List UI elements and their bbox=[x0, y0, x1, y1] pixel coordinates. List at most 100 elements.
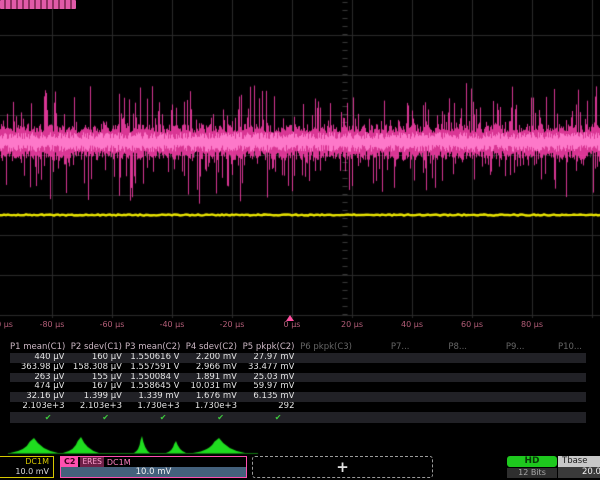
status-check-icon: ✔ bbox=[68, 412, 126, 423]
measurement-cell: 292 bbox=[240, 402, 298, 412]
measurement-header[interactable]: P4 sdev(C2) bbox=[183, 341, 241, 353]
measurement-cell bbox=[298, 373, 356, 383]
axis-tick-label: -80 µs bbox=[40, 320, 65, 329]
measurement-cell bbox=[413, 363, 471, 373]
channel2-label: C2 bbox=[61, 457, 78, 467]
measurement-header[interactable]: P6 pkpk(C3) bbox=[298, 341, 356, 353]
measurement-header[interactable]: P2 sdev(C1) bbox=[68, 341, 126, 353]
measurement-cell bbox=[528, 373, 586, 383]
measurement-cell bbox=[298, 382, 356, 392]
measurement-cell bbox=[470, 382, 528, 392]
measurement-header[interactable]: P5 pkpk(C2) bbox=[240, 341, 298, 353]
axis-tick-label: -60 µs bbox=[100, 320, 125, 329]
measurement-cell: 167 µV bbox=[68, 382, 126, 392]
measurement-cell: 1.676 mV bbox=[183, 392, 241, 402]
measurement-cell bbox=[298, 392, 356, 402]
timebase-value: 20.0 µs bbox=[558, 467, 600, 478]
measurement-cell bbox=[528, 382, 586, 392]
measurement-cell: 2.103e+3 bbox=[68, 402, 126, 412]
channel2-corner-badge bbox=[0, 0, 76, 9]
measurement-cell bbox=[528, 363, 586, 373]
measurement-cell bbox=[528, 353, 586, 363]
measurement-cell: 1.399 µV bbox=[68, 392, 126, 402]
status-check-icon: ✔ bbox=[240, 412, 298, 423]
measurement-cell: 363.98 µV bbox=[10, 363, 68, 373]
measurement-table: P1 mean(C1)P2 sdev(C1)P3 mean(C2)P4 sdev… bbox=[10, 341, 586, 423]
measurement-cell bbox=[413, 382, 471, 392]
measurement-cell: 155 µV bbox=[68, 373, 126, 383]
measurement-cell bbox=[298, 402, 356, 412]
axis-tick-label: 60 µs bbox=[461, 320, 483, 329]
measurement-cell: 27.97 mV bbox=[240, 353, 298, 363]
measurement-cell: 10.031 mV bbox=[183, 382, 241, 392]
hd-acquisition-indicator[interactable]: HD 12 Bits bbox=[507, 456, 557, 478]
measurement-cell: 160 µV bbox=[68, 353, 126, 363]
measurement-cell bbox=[355, 392, 413, 402]
measurement-cell: 1.730e+3 bbox=[125, 402, 183, 412]
measurement-cell bbox=[298, 363, 356, 373]
status-check-icon: ✔ bbox=[125, 412, 183, 423]
timebase-title: Tbase bbox=[558, 456, 600, 467]
measurement-cell: 32.16 µV bbox=[10, 392, 68, 402]
measurement-cell bbox=[355, 373, 413, 383]
plus-icon: + bbox=[336, 458, 349, 476]
measurement-cell: 25.03 mV bbox=[240, 373, 298, 383]
channel1-scale: 10.0 mV bbox=[0, 467, 53, 477]
measurement-cell: 1.558645 V bbox=[125, 382, 183, 392]
add-trace-button[interactable]: + bbox=[252, 456, 433, 478]
status-check-icon bbox=[355, 412, 413, 423]
measurement-cell bbox=[470, 353, 528, 363]
measurement-cell: 1.550616 V bbox=[125, 353, 183, 363]
status-check-icon bbox=[528, 412, 586, 423]
measurement-header[interactable]: P8... bbox=[413, 341, 471, 353]
status-check-icon bbox=[413, 412, 471, 423]
measurement-cell bbox=[298, 353, 356, 363]
trigger-position-icon[interactable] bbox=[286, 315, 294, 321]
channel2-coupling: DC1M bbox=[107, 458, 131, 467]
channel2-descriptor-box[interactable]: C2 ERES DC1M 10.0 mV bbox=[60, 456, 247, 478]
axis-tick-label: 0 µs bbox=[284, 320, 301, 329]
status-check-icon: ✔ bbox=[183, 412, 241, 423]
channel1-descriptor-box[interactable]: DC1M 10.0 mV bbox=[0, 456, 54, 478]
oscilloscope-screen: -100 µs-80 µs-60 µs-40 µs-20 µs0 µs20 µs… bbox=[0, 0, 600, 480]
measurement-cell bbox=[470, 402, 528, 412]
measurement-cell bbox=[355, 363, 413, 373]
measurement-cell: 1.339 mV bbox=[125, 392, 183, 402]
measurement-cell: 2.200 mV bbox=[183, 353, 241, 363]
measurement-cell: 59.97 mV bbox=[240, 382, 298, 392]
measurement-cell: 1.557591 V bbox=[125, 363, 183, 373]
measurement-cell: 158.308 µV bbox=[68, 363, 126, 373]
measurement-cell bbox=[528, 392, 586, 402]
measurement-cell: 440 µV bbox=[10, 353, 68, 363]
measurement-cell: 474 µV bbox=[10, 382, 68, 392]
measurement-cell bbox=[413, 402, 471, 412]
measurement-cell: 6.135 mV bbox=[240, 392, 298, 402]
measurement-cell: 2.966 mV bbox=[183, 363, 241, 373]
measurement-cell bbox=[470, 373, 528, 383]
measurement-cell: 1.550084 V bbox=[125, 373, 183, 383]
measurement-cell bbox=[355, 382, 413, 392]
measurement-header[interactable]: P3 mean(C2) bbox=[125, 341, 183, 353]
timebase-axis-labels: -100 µs-80 µs-60 µs-40 µs-20 µs0 µs20 µs… bbox=[0, 320, 600, 332]
timebase-descriptor-box[interactable]: Tbase 20.0 µs bbox=[558, 456, 600, 478]
axis-tick-label: -100 µs bbox=[0, 320, 13, 329]
channel1-coupling: DC1M bbox=[0, 457, 53, 467]
measurement-header[interactable]: P7... bbox=[355, 341, 413, 353]
measurement-cell bbox=[413, 353, 471, 363]
axis-tick-label: 40 µs bbox=[401, 320, 423, 329]
measurement-cell: 33.477 mV bbox=[240, 363, 298, 373]
measurement-cell: 2.103e+3 bbox=[10, 402, 68, 412]
hd-bits-label: 12 Bits bbox=[507, 468, 557, 478]
axis-tick-label: 20 µs bbox=[341, 320, 363, 329]
measurement-cell bbox=[355, 402, 413, 412]
status-check-icon bbox=[298, 412, 356, 423]
measurement-cell bbox=[413, 373, 471, 383]
measurement-cell bbox=[528, 402, 586, 412]
measurement-header[interactable]: P10... bbox=[528, 341, 586, 353]
measurement-cell bbox=[470, 392, 528, 402]
hd-badge: HD bbox=[507, 456, 557, 467]
measurement-header[interactable]: P9... bbox=[470, 341, 528, 353]
measurement-header[interactable]: P1 mean(C1) bbox=[10, 341, 68, 353]
measurement-cell: 1.891 mV bbox=[183, 373, 241, 383]
measurement-cell bbox=[355, 353, 413, 363]
